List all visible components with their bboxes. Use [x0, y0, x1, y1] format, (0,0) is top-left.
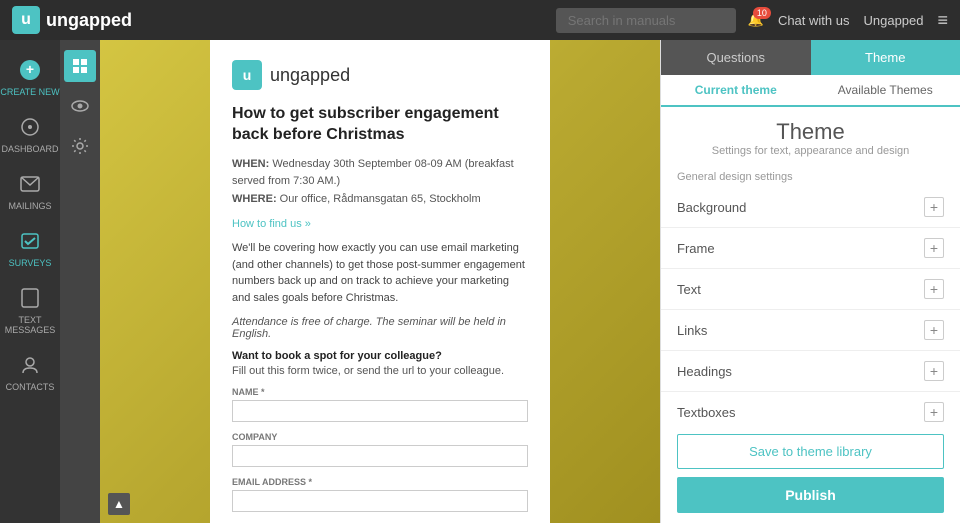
- email-meta: WHEN: Wednesday 30th September 08-09 AM …: [232, 156, 528, 209]
- company-label: COMPANY: [232, 432, 528, 442]
- left-sidebar: + CREATE NEW DASHBOARD MAILINGS SURVEYS: [0, 40, 60, 523]
- notification-badge: 10: [753, 7, 771, 19]
- sidebar-label-dashboard: DASHBOARD: [1, 144, 58, 154]
- logo-icon: u: [12, 6, 40, 34]
- main-area: + CREATE NEW DASHBOARD MAILINGS SURVEYS: [0, 40, 960, 523]
- section-textboxes-label: Textboxes: [677, 405, 736, 420]
- svg-text:+: +: [26, 61, 34, 77]
- email-header: u ungapped: [232, 60, 528, 90]
- section-headings[interactable]: Headings +: [661, 351, 960, 392]
- map-link[interactable]: How to find us »: [232, 218, 311, 230]
- theme-subtabs: Current theme Available Themes: [661, 75, 960, 107]
- expand-links-icon[interactable]: +: [924, 320, 944, 340]
- section-textboxes[interactable]: Textboxes +: [661, 392, 960, 424]
- surveys-icon: [16, 227, 44, 255]
- section-text[interactable]: Text +: [661, 269, 960, 310]
- right-panel-tabs: Questions Theme: [661, 40, 960, 75]
- section-background[interactable]: Background +: [661, 187, 960, 228]
- layout-button[interactable]: [64, 50, 96, 82]
- content-preview: u ungapped How to get subscriber engagem…: [100, 40, 660, 523]
- panel-actions: Save to theme library Publish: [661, 424, 960, 523]
- section-headings-label: Headings: [677, 364, 732, 379]
- sidebar-label-text-messages: TEXT MESSAGES: [0, 315, 60, 335]
- subtab-current-theme[interactable]: Current theme: [661, 75, 811, 107]
- section-frame[interactable]: Frame +: [661, 228, 960, 269]
- hamburger-menu[interactable]: ≡: [937, 10, 948, 31]
- tab-questions[interactable]: Questions: [661, 40, 811, 75]
- attendance-text: Attendance is free of charge. The semina…: [232, 316, 528, 340]
- email-preview: u ungapped How to get subscriber engagem…: [210, 40, 550, 523]
- section-text-label: Text: [677, 282, 701, 297]
- theme-title: Theme: [661, 119, 960, 145]
- expand-text-icon[interactable]: +: [924, 279, 944, 299]
- expand-headings-icon[interactable]: +: [924, 361, 944, 381]
- section-links-label: Links: [677, 323, 707, 338]
- notification-bell[interactable]: 🔔 10: [748, 12, 764, 28]
- sidebar-item-contacts[interactable]: CONTACTS: [0, 343, 60, 400]
- section-background-label: Background: [677, 200, 746, 215]
- email-title: How to get subscriber engagement back be…: [232, 104, 528, 146]
- email-input-preview: [232, 490, 528, 512]
- icon-strip: [60, 40, 100, 523]
- where-label: WHERE:: [232, 193, 277, 205]
- general-design-label: General design settings: [661, 165, 960, 187]
- sidebar-item-create-new[interactable]: + CREATE NEW: [0, 48, 60, 105]
- expand-frame-icon[interactable]: +: [924, 238, 944, 258]
- sidebar-label-mailings: MAILINGS: [8, 201, 51, 211]
- tab-theme[interactable]: Theme: [811, 40, 960, 75]
- create-new-icon: +: [16, 56, 44, 84]
- sidebar-label-surveys: SURVEYS: [9, 258, 52, 268]
- subtab-available-themes[interactable]: Available Themes: [811, 75, 960, 105]
- theme-subtitle: Settings for text, appearance and design: [661, 145, 960, 157]
- sidebar-label-create-new: CREATE NEW: [0, 87, 59, 97]
- sidebar-item-mailings[interactable]: MAILINGS: [0, 162, 60, 219]
- book-question: Want to book a spot for your colleague?: [232, 350, 528, 362]
- sidebar-label-contacts: CONTACTS: [6, 382, 55, 392]
- design-sections: Background + Frame + Text + Links + Head…: [661, 187, 960, 424]
- expand-textboxes-icon[interactable]: +: [924, 402, 944, 422]
- contacts-icon: [16, 351, 44, 379]
- section-links[interactable]: Links +: [661, 310, 960, 351]
- sidebar-item-dashboard[interactable]: DASHBOARD: [0, 105, 60, 162]
- logo-text: ungapped: [46, 10, 132, 31]
- section-frame-label: Frame: [677, 241, 715, 256]
- theme-title-block: Theme Settings for text, appearance and …: [661, 107, 960, 165]
- where-value: Our office, Rådmansgatan 65, Stockholm: [280, 193, 481, 205]
- dashboard-icon: [16, 113, 44, 141]
- name-input-preview: [232, 400, 528, 422]
- search-input[interactable]: [556, 8, 736, 33]
- email-brand-name: ungapped: [270, 65, 350, 86]
- company-input-preview: [232, 445, 528, 467]
- preview-button[interactable]: [64, 90, 96, 122]
- publish-button[interactable]: Publish: [677, 477, 944, 513]
- email-body: We'll be covering how exactly you can us…: [232, 240, 528, 306]
- top-nav: u ungapped 🔔 10 Chat with us Ungapped ≡: [0, 0, 960, 40]
- user-menu[interactable]: Ungapped: [863, 13, 923, 28]
- sidebar-item-surveys[interactable]: SURVEYS: [0, 219, 60, 276]
- email-label: EMAIL ADDRESS *: [232, 477, 528, 487]
- scroll-down-button[interactable]: ▲: [108, 493, 130, 515]
- expand-background-icon[interactable]: +: [924, 197, 944, 217]
- save-to-library-button[interactable]: Save to theme library: [677, 434, 944, 469]
- text-messages-icon: [16, 284, 44, 312]
- mailings-icon: [16, 170, 44, 198]
- sidebar-item-text-messages[interactable]: TEXT MESSAGES: [0, 276, 60, 343]
- when-label: WHEN:: [232, 158, 269, 170]
- right-panel: Questions Theme Current theme Available …: [660, 40, 960, 523]
- logo: u ungapped: [12, 6, 132, 34]
- chat-link[interactable]: Chat with us: [778, 13, 850, 28]
- book-subtext: Fill out this form twice, or send the ur…: [232, 365, 528, 377]
- when-value: Wednesday 30th September 08-09 AM (break…: [232, 158, 514, 188]
- settings-button[interactable]: [64, 130, 96, 162]
- name-label: NAME *: [232, 387, 528, 397]
- email-logo-icon: u: [232, 60, 262, 90]
